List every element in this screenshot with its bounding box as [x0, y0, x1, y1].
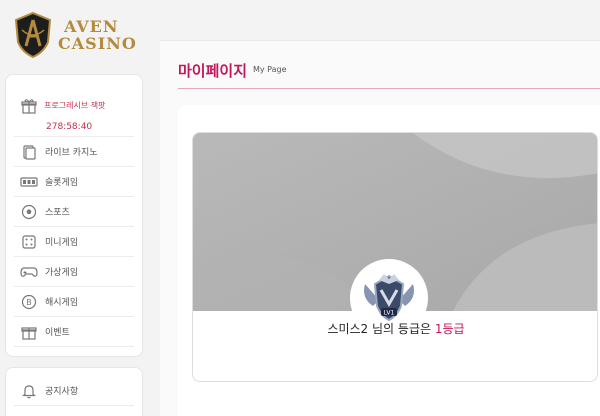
soccer-ball-icon	[20, 203, 38, 221]
grade-text: 스미스2 님의 등급은 1등급	[193, 320, 597, 337]
grade-card: LV1 스미스2 님의 등급은 1등급	[192, 132, 598, 382]
brand-line-2: CASINO	[58, 34, 137, 53]
brand-logo[interactable]: AVEN CASINO	[14, 12, 137, 58]
sidebar-item-sports[interactable]: 스포츠	[14, 197, 134, 227]
brand-line-1: AVEN	[64, 17, 119, 36]
sidebar-item-label: 공지사항	[45, 387, 79, 397]
bell-icon	[20, 382, 38, 400]
sidebar-menu: 프로그레시브 잭팟 278:58:40 라이브 카지노 슬롯게임 스포츠 미니게…	[5, 74, 143, 357]
jackpot-label: 프로그레시브 잭팟	[44, 101, 106, 110]
sidebar-item-label: 해시게임	[45, 298, 79, 308]
main-content: 마이페이지 My Page LV1 스미스2 님의 등급은 1등급	[160, 40, 600, 416]
sidebar-item-label: 스포츠	[45, 208, 70, 218]
sidebar-item-jackpot[interactable]: 프로그레시브 잭팟 278:58:40	[14, 85, 134, 137]
dice-icon	[20, 233, 38, 251]
page-subtitle: My Page	[253, 65, 287, 74]
sidebar-item-mini-games[interactable]: 미니게임	[14, 227, 134, 257]
level-emblem-icon: LV1	[364, 274, 414, 322]
jackpot-timer: 278:58:40	[46, 122, 93, 132]
cards-icon	[20, 143, 38, 161]
badge-level-text: LV1	[384, 310, 395, 317]
sidebar-item-virtual-games[interactable]: 가상게임	[14, 257, 134, 287]
profile-panel: LV1 스미스2 님의 등급은 1등급	[178, 105, 600, 416]
svg-text:B: B	[26, 298, 32, 307]
sidebar-item-notices[interactable]: 공지사항	[14, 376, 134, 406]
sidebar-item-label: 슬롯게임	[45, 178, 79, 188]
gamepad-icon	[20, 263, 38, 281]
page-title: 마이페이지	[178, 62, 248, 80]
sidebar-item-label: 미니게임	[45, 238, 79, 248]
sidebar-item-slots[interactable]: 슬롯게임	[14, 167, 134, 197]
slot-machine-icon	[20, 173, 38, 191]
sidebar-secondary-menu: 공지사항	[5, 367, 143, 416]
sidebar-item-live-casino[interactable]: 라이브 카지노	[14, 137, 134, 167]
hash-coin-icon: B	[20, 293, 38, 311]
gift-icon	[20, 323, 38, 341]
brand-name: AVEN CASINO	[58, 18, 137, 52]
sidebar-item-hash-games[interactable]: B 해시게임	[14, 287, 134, 317]
sidebar-item-label: 가상게임	[45, 268, 79, 278]
shield-logo-icon	[14, 12, 52, 58]
grade-prefix: 스미스2 님의 등급은	[327, 322, 435, 336]
sidebar-item-events[interactable]: 이벤트	[14, 317, 134, 347]
title-divider	[178, 88, 600, 89]
sidebar-item-label: 이벤트	[45, 328, 70, 338]
grade-value: 1등급	[434, 322, 465, 336]
sidebar-item-label: 라이브 카지노	[45, 148, 98, 158]
gift-icon	[20, 97, 38, 115]
